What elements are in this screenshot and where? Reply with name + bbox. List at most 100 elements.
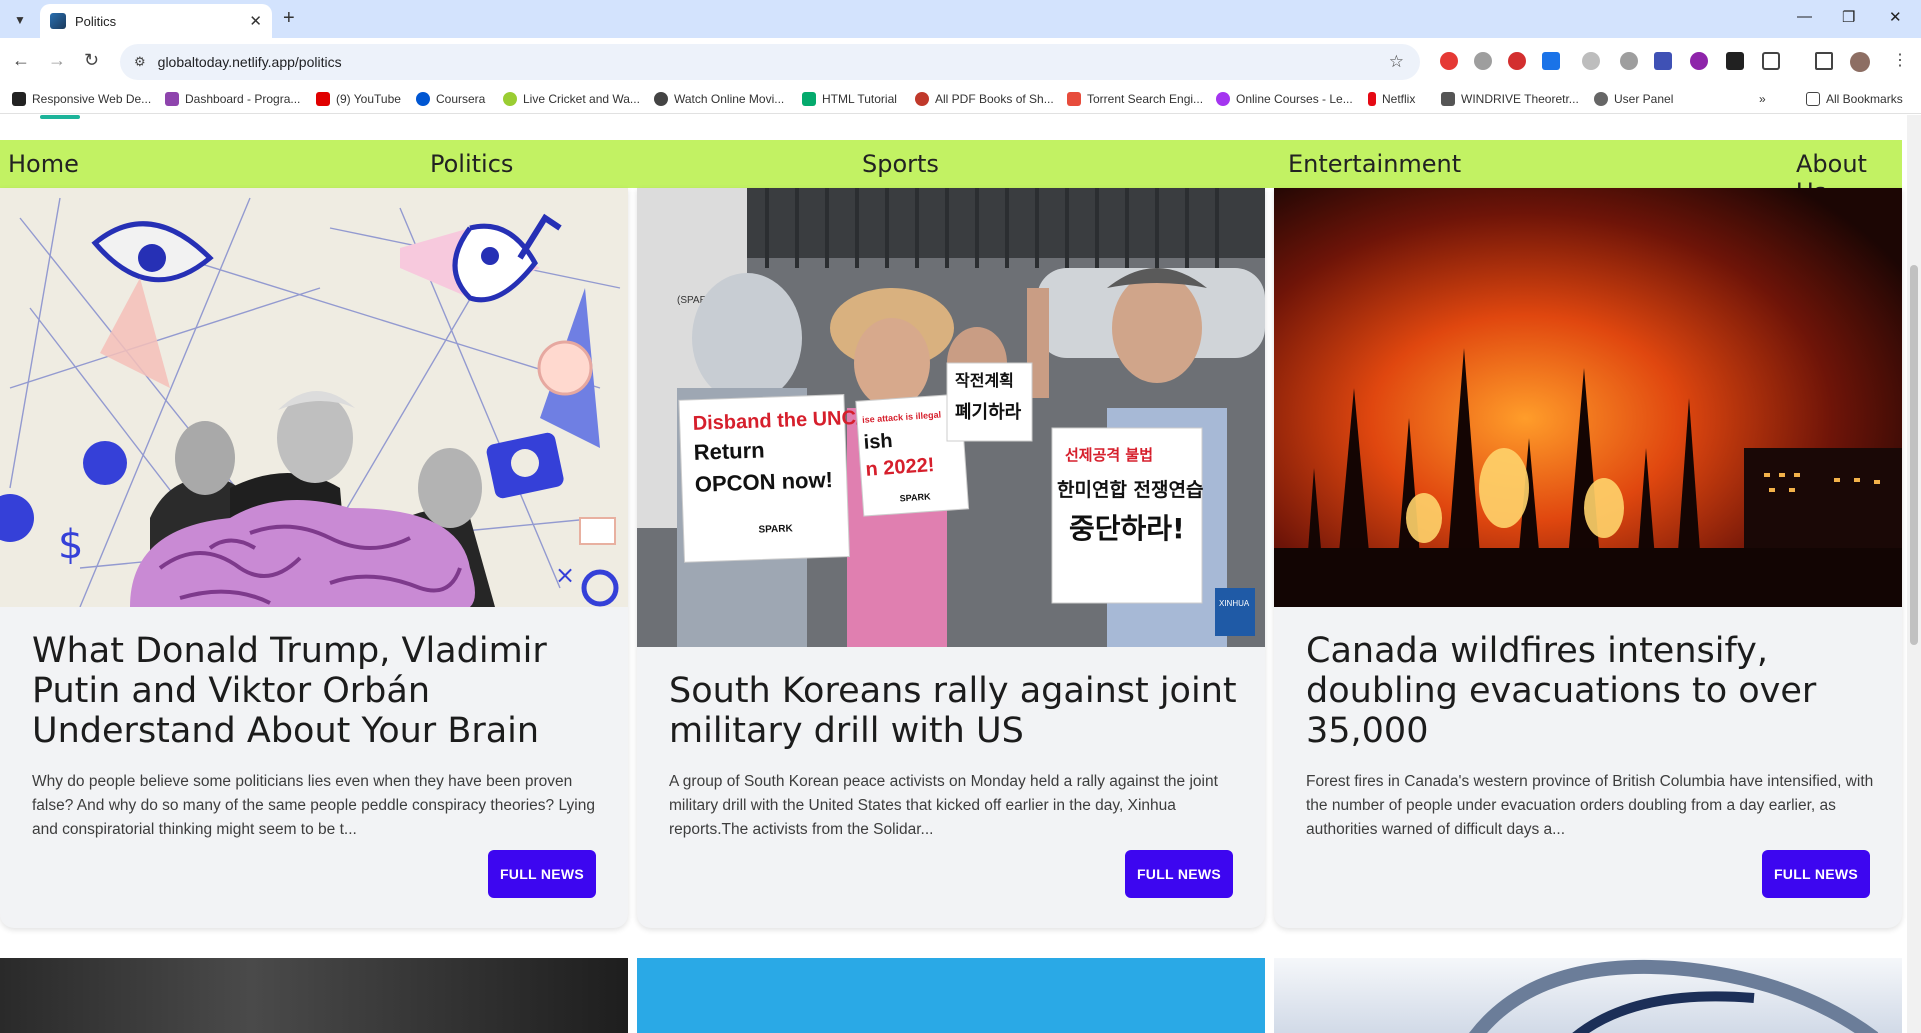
full-news-button[interactable]: FULL NEWS: [1125, 850, 1233, 898]
bookmark-item[interactable]: Responsive Web De...: [12, 92, 151, 106]
bookmarks-bar: Responsive Web De... Dashboard - Progra.…: [0, 86, 1921, 114]
tab-title: Politics: [75, 13, 117, 29]
bookmark-favicon-icon: [654, 92, 668, 106]
sign-text: 선제공격 불법: [1065, 446, 1153, 464]
w3schools-icon: [802, 92, 816, 106]
extension-icon[interactable]: [1620, 52, 1638, 70]
menu-kebab-icon[interactable]: ⋮: [1892, 50, 1908, 70]
bookmark-favicon-icon: [165, 92, 179, 106]
all-bookmarks-label: All Bookmarks: [1826, 92, 1903, 106]
close-window-icon[interactable]: ✕: [1889, 8, 1902, 26]
bookmark-label: HTML Tutorial: [822, 92, 897, 106]
bookmark-item[interactable]: All PDF Books of Sh...: [915, 92, 1054, 106]
nav-sports[interactable]: Sports: [862, 150, 939, 178]
extension-icon[interactable]: [1474, 52, 1492, 70]
bookmark-item[interactable]: (9) YouTube: [316, 92, 401, 106]
udemy-icon: [1216, 92, 1230, 106]
full-news-button[interactable]: FULL NEWS: [1762, 850, 1870, 898]
bookmark-favicon-icon: [915, 92, 929, 106]
bookmark-item[interactable]: Torrent Search Engi...: [1067, 92, 1203, 106]
sign-text: OPCON now!: [694, 467, 833, 497]
new-tab-button[interactable]: +: [283, 7, 295, 30]
bookmark-favicon-icon: [1441, 92, 1455, 106]
bookmark-item[interactable]: Watch Online Movi...: [654, 92, 784, 106]
bookmark-item[interactable]: Live Cricket and Wa...: [503, 92, 640, 106]
reload-icon[interactable]: ↻: [84, 50, 99, 71]
site-navbar: Home Politics Sports Entertainment About…: [0, 140, 1902, 206]
bookmark-label: Live Cricket and Wa...: [523, 92, 640, 106]
browser-toolbar: ← → ↻ ⚙ globaltoday.netlify.app/politics…: [0, 38, 1921, 86]
translate-extension-icon[interactable]: [1542, 52, 1560, 70]
stethoscope-graphic: [1469, 959, 1879, 1033]
bookmark-item[interactable]: Netflix: [1368, 92, 1415, 106]
tab-strip: ▼ Politics ✕ + — ❐ ✕: [0, 0, 1921, 38]
nav-entertainment[interactable]: Entertainment: [1288, 150, 1461, 178]
bookmark-item[interactable]: User Panel: [1594, 92, 1673, 106]
forward-icon[interactable]: →: [48, 50, 66, 71]
address-bar[interactable]: ⚙ globaltoday.netlify.app/politics ☆: [120, 44, 1420, 80]
browser-tab-politics[interactable]: Politics ✕: [40, 4, 272, 38]
bookmark-item[interactable]: Coursera: [416, 92, 485, 106]
article-title[interactable]: Canada wildfires intensify, doubling eva…: [1306, 631, 1874, 751]
news-card: Canada wildfires intensify, doubling eva…: [1274, 188, 1902, 928]
bookmark-label: Coursera: [436, 92, 486, 106]
bookmark-label: Responsive Web De...: [32, 92, 152, 106]
bookmark-label: Torrent Search Engi...: [1087, 92, 1204, 106]
bookmark-label: Watch Online Movi...: [674, 92, 785, 106]
youtube-icon: [316, 92, 330, 106]
article-summary: Why do people believe some politicians l…: [32, 773, 595, 838]
side-panel-icon[interactable]: [1815, 52, 1833, 70]
page-viewport: Home Politics Sports Entertainment About…: [0, 115, 1907, 1033]
bookmark-label: (9) YouTube: [336, 92, 401, 106]
sign-text: 작전계획: [955, 371, 1014, 390]
sign-text: 중단하라!: [1069, 512, 1185, 545]
extension-icon[interactable]: [1508, 52, 1526, 70]
all-bookmarks-button[interactable]: All Bookmarks: [1806, 92, 1903, 106]
close-tab-icon[interactable]: ✕: [249, 12, 262, 30]
more-bookmarks-icon[interactable]: »: [1759, 92, 1766, 106]
site-info-icon[interactable]: ⚙: [134, 54, 146, 70]
extensions-puzzle-icon[interactable]: [1762, 52, 1780, 70]
page-scrollbar[interactable]: [1907, 115, 1921, 1033]
bookmark-item[interactable]: WINDRIVE Theoretr...: [1441, 92, 1579, 106]
tab-search-button[interactable]: ▼: [8, 8, 32, 32]
netflix-icon: [1368, 92, 1376, 106]
article-summary: Forest fires in Canada's western provinc…: [1306, 773, 1874, 838]
bookmark-favicon-icon: [503, 92, 517, 106]
nav-home[interactable]: Home: [8, 150, 79, 178]
folder-icon: [1806, 92, 1820, 106]
protest-photo: (SPARK) Disband the UNC/ Return OPCON no…: [637, 188, 1265, 647]
article-image-partial: [637, 958, 1265, 1033]
svg-text:×: ×: [555, 561, 575, 589]
profile-avatar[interactable]: [1850, 52, 1870, 72]
nav-politics[interactable]: Politics: [430, 150, 513, 178]
site-favicon-icon: [50, 13, 66, 29]
bookmark-label: User Panel: [1614, 92, 1674, 106]
extension-icon[interactable]: [1690, 52, 1708, 70]
extension-icon[interactable]: [1654, 52, 1672, 70]
minimize-icon[interactable]: —: [1797, 8, 1812, 25]
adblock-extension-icon[interactable]: [1440, 52, 1458, 70]
extension-icon[interactable]: [1582, 52, 1600, 70]
article-title[interactable]: What Donald Trump, Vladimir Putin and Vi…: [32, 631, 600, 751]
extension-icon[interactable]: [1726, 52, 1744, 70]
news-card: $ × What Donald Trump, Vladimir Putin an…: [0, 188, 628, 928]
article-summary: A group of South Korean peace activists …: [669, 773, 1218, 838]
article-title[interactable]: South Koreans rally against joint milita…: [669, 671, 1237, 751]
wildfire-photo: [1274, 188, 1902, 607]
news-card: (SPARK) Disband the UNC/ Return OPCON no…: [637, 188, 1265, 928]
bookmark-item[interactable]: HTML Tutorial: [802, 92, 897, 106]
sign-text: Return: [693, 437, 765, 464]
bookmark-label: All PDF Books of Sh...: [935, 92, 1054, 106]
full-news-button[interactable]: FULL NEWS: [488, 850, 596, 898]
scrollbar-thumb[interactable]: [1910, 265, 1918, 645]
politicians-brain-illustration: $ ×: [0, 188, 628, 607]
bookmark-favicon-icon: [1067, 92, 1081, 106]
back-icon[interactable]: ←: [12, 50, 30, 71]
restore-icon[interactable]: ❐: [1842, 8, 1855, 26]
bookmark-star-icon[interactable]: ☆: [1389, 52, 1404, 72]
bookmark-item[interactable]: Dashboard - Progra...: [165, 92, 300, 106]
bookmark-item[interactable]: Online Courses - Le...: [1216, 92, 1353, 106]
url-text: globaltoday.netlify.app/politics: [157, 54, 342, 70]
watermark-text: XINHUA: [1219, 599, 1250, 608]
